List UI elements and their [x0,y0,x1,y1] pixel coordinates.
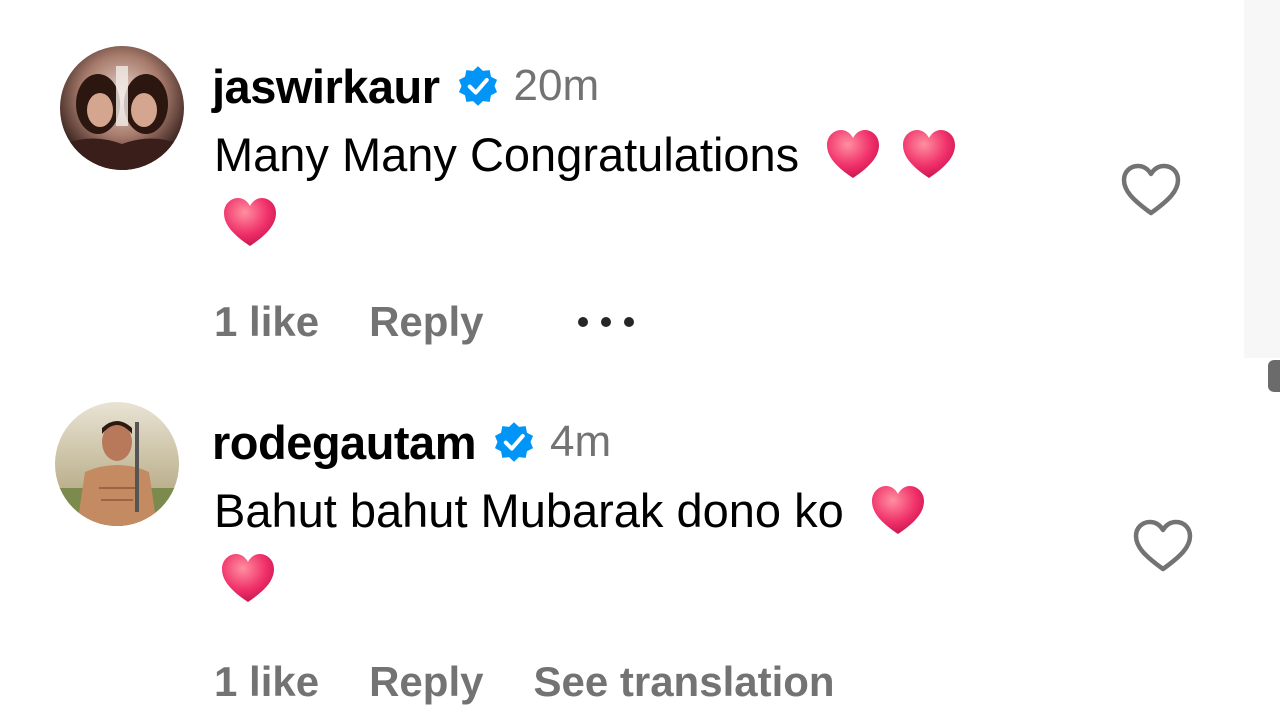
avatar[interactable] [55,402,179,526]
side-panel-edge [1244,0,1280,358]
comment-text: Bahut bahut Mubarak dono ko [214,478,926,542]
more-options-icon[interactable] [575,314,637,330]
comment-actions: 1 like Reply See translation [214,652,835,712]
comment-item: rodegautam 4m Bahut bahut Mubarak dono k… [0,360,1240,720]
username[interactable]: rodegautam [212,415,477,470]
verified-badge-icon [456,64,500,108]
comment-text-body: Bahut bahut Mubarak dono ko [214,483,844,537]
red-heart-emoji-icon [220,552,276,604]
reply-button[interactable]: Reply [369,298,483,346]
red-heart-emoji-icon [222,196,278,248]
comment-time[interactable]: 4m [550,417,611,467]
verified-badge-icon [492,420,536,464]
comment-text: Many Many Congratulations [214,122,957,186]
see-translation-button[interactable]: See translation [533,658,834,706]
like-heart-icon[interactable] [1132,518,1194,574]
comment-actions: 1 like Reply [214,292,637,352]
comment-text-continued [214,546,276,610]
reply-button[interactable]: Reply [369,658,483,706]
comment-item: jaswirkaur 20m Many Many Congratulations… [0,0,1240,360]
red-heart-emoji-icon [901,128,957,180]
red-heart-emoji-icon [870,484,926,536]
comment-text-continued [214,190,278,254]
comment-text-body: Many Many Congratulations [214,127,800,181]
username[interactable]: jaswirkaur [212,59,440,114]
like-heart-icon[interactable] [1120,162,1182,218]
like-count[interactable]: 1 like [214,298,319,346]
comment-time[interactable]: 20m [514,61,600,111]
scrollbar-handle[interactable] [1268,360,1280,392]
avatar[interactable] [60,46,184,170]
red-heart-emoji-icon [825,128,881,180]
like-count[interactable]: 1 like [214,658,319,706]
